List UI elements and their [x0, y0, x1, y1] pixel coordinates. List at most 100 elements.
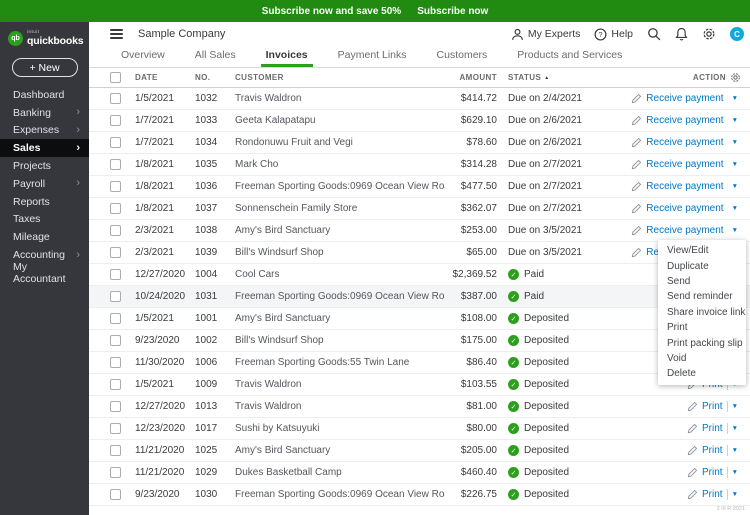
- column-header-customer[interactable]: CUSTOMER: [235, 73, 445, 82]
- tab-overview[interactable]: Overview: [118, 49, 168, 67]
- column-header-status[interactable]: STATUS ▲: [497, 73, 640, 82]
- context-menu-item-send-reminder[interactable]: Send reminder: [658, 289, 746, 304]
- primary-action-link[interactable]: Receive payment: [646, 225, 723, 236]
- invoice-customer[interactable]: Freeman Sporting Goods:0969 Ocean View R…: [235, 181, 445, 192]
- help-button[interactable]: ? Help: [594, 27, 633, 41]
- action-dropdown-caret[interactable]: ▼: [732, 205, 738, 212]
- row-checkbox[interactable]: [110, 489, 121, 500]
- hamburger-menu-icon[interactable]: [110, 29, 123, 39]
- primary-action-link[interactable]: Receive payment: [646, 137, 723, 148]
- action-dropdown-caret[interactable]: ▼: [732, 95, 738, 102]
- tab-customers[interactable]: Customers: [434, 49, 491, 67]
- sidebar-item-taxes[interactable]: Taxes: [0, 211, 89, 229]
- column-header-amount[interactable]: AMOUNT: [445, 73, 497, 82]
- row-checkbox[interactable]: [110, 379, 121, 390]
- row-checkbox[interactable]: [110, 269, 121, 280]
- sidebar-item-dashboard[interactable]: Dashboard: [0, 86, 89, 104]
- my-experts-button[interactable]: My Experts: [511, 28, 580, 41]
- invoice-customer[interactable]: Cool Cars: [235, 269, 445, 280]
- search-icon[interactable]: [647, 27, 661, 41]
- edit-pencil-icon[interactable]: [687, 423, 698, 434]
- row-checkbox[interactable]: [110, 181, 121, 192]
- primary-action-link[interactable]: Print: [702, 423, 723, 434]
- action-dropdown-caret[interactable]: ▼: [732, 403, 738, 410]
- edit-pencil-icon[interactable]: [631, 225, 642, 236]
- column-settings-gear-icon[interactable]: [730, 72, 741, 83]
- action-dropdown-caret[interactable]: ▼: [732, 117, 738, 124]
- context-menu-item-print-packing-slip[interactable]: Print packing slip: [658, 335, 746, 350]
- row-checkbox[interactable]: [110, 93, 121, 104]
- invoice-customer[interactable]: Travis Waldron: [235, 401, 445, 412]
- context-menu-item-void[interactable]: Void: [658, 351, 746, 366]
- context-menu-item-share-invoice-link[interactable]: Share invoice link: [658, 305, 746, 320]
- row-checkbox[interactable]: [110, 401, 121, 412]
- action-dropdown-caret[interactable]: ▼: [732, 447, 738, 454]
- context-menu-item-duplicate[interactable]: Duplicate: [658, 258, 746, 273]
- row-checkbox[interactable]: [110, 115, 121, 126]
- user-avatar[interactable]: C: [730, 27, 744, 41]
- primary-action-link[interactable]: Receive payment: [646, 115, 723, 126]
- invoice-customer[interactable]: Sushi by Katsuyuki: [235, 423, 445, 434]
- edit-pencil-icon[interactable]: [631, 93, 642, 104]
- row-checkbox[interactable]: [110, 423, 121, 434]
- action-dropdown-caret[interactable]: ▼: [732, 161, 738, 168]
- sidebar-item-mileage[interactable]: Mileage: [0, 228, 89, 246]
- row-checkbox[interactable]: [110, 203, 121, 214]
- edit-pencil-icon[interactable]: [631, 181, 642, 192]
- tab-payment-links[interactable]: Payment Links: [335, 49, 410, 67]
- row-checkbox[interactable]: [110, 225, 121, 236]
- column-header-date[interactable]: DATE: [135, 73, 195, 82]
- row-checkbox[interactable]: [110, 137, 121, 148]
- action-dropdown-caret[interactable]: ▼: [732, 139, 738, 146]
- invoice-customer[interactable]: Rondonuwu Fruit and Vegi: [235, 137, 445, 148]
- row-checkbox[interactable]: [110, 335, 121, 346]
- row-checkbox[interactable]: [110, 357, 121, 368]
- edit-pencil-icon[interactable]: [687, 467, 698, 478]
- primary-action-link[interactable]: Receive payment: [646, 203, 723, 214]
- row-checkbox[interactable]: [110, 445, 121, 456]
- invoice-customer[interactable]: Freeman Sporting Goods:0969 Ocean View R…: [235, 291, 445, 302]
- invoice-customer[interactable]: Bill's Windsurf Shop: [235, 335, 445, 346]
- row-checkbox[interactable]: [110, 291, 121, 302]
- edit-pencil-icon[interactable]: [687, 489, 698, 500]
- tab-all-sales[interactable]: All Sales: [192, 49, 239, 67]
- invoice-customer[interactable]: Bill's Windsurf Shop: [235, 247, 445, 258]
- invoice-customer[interactable]: Amy's Bird Sanctuary: [235, 313, 445, 324]
- row-checkbox[interactable]: [110, 159, 121, 170]
- sidebar-item-expenses[interactable]: Expenses ›: [0, 122, 89, 140]
- invoice-customer[interactable]: Amy's Bird Sanctuary: [235, 445, 445, 456]
- context-menu-item-send[interactable]: Send: [658, 274, 746, 289]
- edit-pencil-icon[interactable]: [687, 401, 698, 412]
- invoice-customer[interactable]: Travis Waldron: [235, 379, 445, 390]
- edit-pencil-icon[interactable]: [631, 203, 642, 214]
- sidebar-item-sales[interactable]: Sales ›: [0, 139, 89, 158]
- context-menu-item-delete[interactable]: Delete: [658, 366, 746, 381]
- context-menu-item-view-edit[interactable]: View/Edit: [658, 243, 746, 258]
- action-dropdown-caret[interactable]: ▼: [732, 469, 738, 476]
- action-dropdown-caret[interactable]: ▼: [732, 425, 738, 432]
- settings-gear-icon[interactable]: [702, 27, 716, 41]
- sidebar-item-my-accountant[interactable]: My Accountant: [0, 261, 89, 285]
- edit-pencil-icon[interactable]: [631, 115, 642, 126]
- invoice-customer[interactable]: Freeman Sporting Goods:0969 Ocean View R…: [235, 489, 445, 500]
- invoice-customer[interactable]: Dukes Basketball Camp: [235, 467, 445, 478]
- sidebar-item-payroll[interactable]: Payroll ›: [0, 175, 89, 193]
- invoice-customer[interactable]: Freeman Sporting Goods:55 Twin Lane: [235, 357, 445, 368]
- invoice-customer[interactable]: Sonnenschein Family Store: [235, 203, 445, 214]
- edit-pencil-icon[interactable]: [631, 247, 642, 258]
- edit-pencil-icon[interactable]: [687, 445, 698, 456]
- sidebar-item-banking[interactable]: Banking ›: [0, 104, 89, 122]
- new-button[interactable]: + New: [11, 58, 78, 77]
- invoice-customer[interactable]: Amy's Bird Sanctuary: [235, 225, 445, 236]
- primary-action-link[interactable]: Print: [702, 489, 723, 500]
- tab-invoices[interactable]: Invoices: [260, 49, 313, 67]
- primary-action-link[interactable]: Receive payment: [646, 159, 723, 170]
- sidebar-item-projects[interactable]: Projects: [0, 157, 89, 175]
- primary-action-link[interactable]: Receive payment: [646, 181, 723, 192]
- row-checkbox[interactable]: [110, 313, 121, 324]
- row-checkbox[interactable]: [110, 467, 121, 478]
- primary-action-link[interactable]: Receive payment: [646, 93, 723, 104]
- invoice-customer[interactable]: Geeta Kalapatapu: [235, 115, 445, 126]
- row-checkbox[interactable]: [110, 247, 121, 258]
- subscribe-now-link[interactable]: Subscribe now: [417, 6, 488, 17]
